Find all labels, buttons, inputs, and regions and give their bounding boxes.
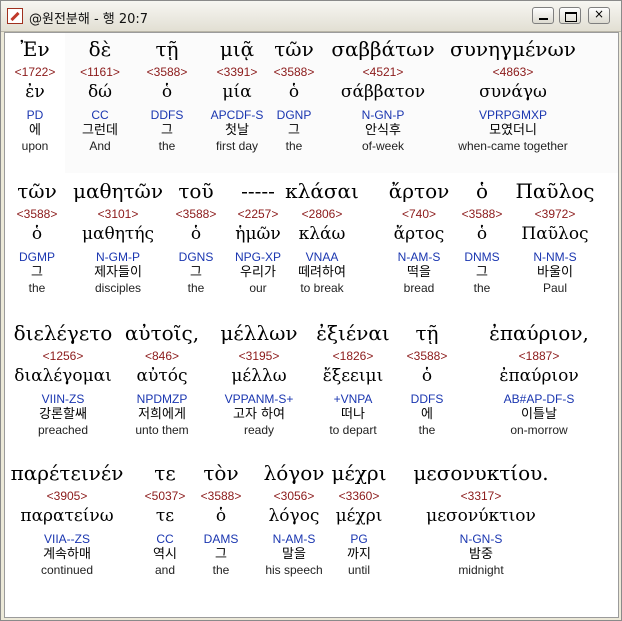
greek-word: ἐπαύριον, — [489, 321, 589, 345]
english-gloss: when-came together — [458, 139, 568, 153]
close-icon: × — [593, 7, 605, 21]
morphology-code: VPRPGMXP — [478, 108, 547, 122]
strong-number: <4521> — [362, 65, 404, 79]
strong-number: <3317> — [460, 489, 502, 503]
english-gloss: midnight — [458, 563, 504, 577]
morphology-code: N-GN-P — [361, 108, 405, 122]
title-bar[interactable]: @원전분해 - 행 20:7 × — [1, 1, 621, 32]
morphology-code: N-NM-S — [533, 250, 577, 264]
interlinear-panel: Ἐν <1722> ἐν PD 에 upon δὲ <1161> δώ CC 그런데 And τῇ <35… — [4, 32, 619, 618]
morphology-code: AB#AP-DF-S — [503, 392, 575, 406]
korean-gloss: 밤중 — [469, 547, 493, 562]
strong-number: <4863> — [492, 65, 534, 79]
strong-number: <1887> — [518, 349, 560, 363]
korean-gloss: 안식후 — [365, 123, 401, 138]
morphology-code: PG — [350, 532, 368, 546]
word-column[interactable]: ἐπαύριον, <1887> ἐπαύριον AB#AP-DF-S 이틀날 on-m… — [469, 321, 609, 437]
greek-word: συνηγμένων — [450, 37, 576, 61]
lemma-word: μεσονύκτιον — [426, 506, 536, 526]
maximize-icon — [565, 12, 577, 22]
morphology-code: N-GN-S — [459, 532, 503, 546]
minimize-button[interactable] — [532, 7, 554, 24]
lemma-word: μέχρι — [335, 506, 383, 526]
greek-word: μεσονυκτίου. — [413, 461, 549, 485]
word-column[interactable]: μεσονυκτίου. <3317> μεσονύκτιον N-GN-S 밤중 mid… — [411, 461, 551, 577]
english-gloss: until — [347, 563, 370, 577]
korean-gloss: 까지 — [347, 547, 371, 562]
greek-word: μέχρι — [331, 461, 387, 485]
korean-gloss: 이틀날 — [521, 407, 557, 422]
word-column[interactable]: σαββάτων <4521> σάββατον N-GN-P 안식후 of-week — [313, 37, 453, 153]
lemma-word: συνάγω — [479, 82, 547, 102]
lemma-word: Παῦλος — [521, 224, 589, 244]
close-button[interactable]: × — [588, 7, 610, 24]
minimize-icon — [539, 18, 548, 20]
english-gloss: of-week — [361, 139, 405, 153]
korean-gloss: 모였더니 — [489, 123, 537, 138]
lemma-word: σάββατον — [340, 82, 426, 102]
greek-word: Παῦλος — [515, 179, 595, 203]
app-icon[interactable] — [7, 8, 23, 24]
word-column[interactable]: μέχρι <3360> μέχρι PG 까지 until — [289, 461, 429, 577]
maximize-button[interactable] — [559, 7, 581, 24]
greek-word: σαββάτων — [331, 37, 435, 61]
lemma-word: ἐπαύριον — [499, 366, 579, 386]
app-window: @원전분해 - 행 20:7 × Ἐν <1722> ἐν PD 에 upon δὲ <116… — [0, 0, 622, 621]
strong-number: <3360> — [338, 489, 380, 503]
english-gloss: Paul — [542, 281, 568, 295]
window-title: @원전분해 - 행 20:7 — [29, 12, 149, 27]
english-gloss: on-morrow — [510, 423, 568, 437]
word-column[interactable]: Παῦλος <3972> Παῦλος N-NM-S 바울이 Paul — [485, 179, 618, 295]
strong-number: <3972> — [534, 207, 576, 221]
korean-gloss: 바울이 — [537, 265, 573, 280]
word-column[interactable]: συνηγμένων <4863> συνάγω VPRPGMXP 모였더니 when-c… — [443, 37, 583, 153]
